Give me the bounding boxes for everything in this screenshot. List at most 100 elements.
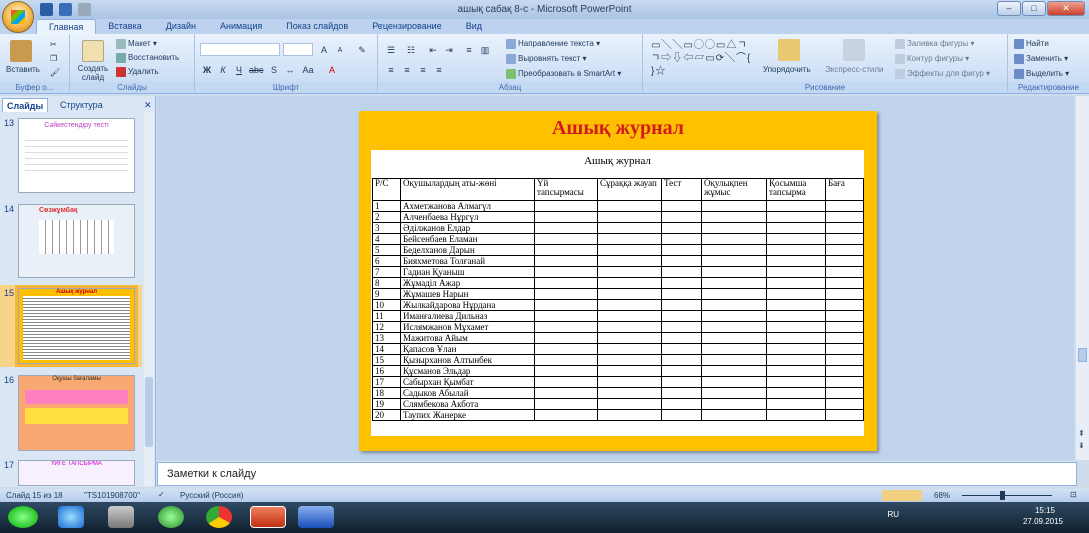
grade-cell[interactable] (661, 365, 702, 377)
grade-cell[interactable] (534, 354, 598, 366)
grade-cell[interactable] (661, 222, 702, 234)
grade-cell[interactable] (597, 222, 662, 234)
grade-cell[interactable] (661, 332, 702, 344)
language-indicator[interactable]: Русский (Россия) (180, 491, 243, 500)
app-icon[interactable] (108, 506, 134, 528)
internet-explorer-icon[interactable] (58, 506, 84, 528)
grade-cell[interactable] (701, 266, 767, 278)
grade-cell[interactable] (766, 409, 826, 421)
grade-cell[interactable] (701, 343, 767, 355)
grade-cell[interactable] (661, 354, 702, 366)
clock-date[interactable]: 27.09.2015 (1023, 517, 1063, 526)
grade-cell[interactable] (701, 288, 767, 300)
slide-title[interactable]: Ашық журнал (359, 117, 877, 140)
delete-slide-button[interactable]: Удалить (116, 67, 159, 77)
grade-cell[interactable] (701, 244, 767, 256)
grade-cell[interactable] (825, 277, 864, 289)
grade-cell[interactable] (534, 409, 598, 421)
grade-cell[interactable] (534, 376, 598, 388)
grade-cell[interactable] (534, 244, 598, 256)
grade-cell[interactable] (825, 255, 864, 267)
prev-slide-icon[interactable]: ⇞ (1078, 429, 1085, 438)
line-spacing-icon[interactable]: ≡ (462, 43, 476, 56)
zoom-level[interactable]: 68% (934, 491, 950, 500)
grade-cell[interactable] (701, 277, 767, 289)
select-button[interactable]: Выделить ▾ (1014, 69, 1069, 79)
bold-icon[interactable]: Ж (200, 63, 214, 76)
columns-icon[interactable]: ▥ (478, 43, 492, 56)
grade-cell[interactable] (534, 398, 598, 410)
grade-cell[interactable] (534, 288, 598, 300)
numbering-icon[interactable]: ☷ (404, 43, 418, 56)
grade-cell[interactable] (701, 211, 767, 223)
grade-cell[interactable] (766, 277, 826, 289)
grade-cell[interactable] (597, 266, 662, 278)
grade-cell[interactable] (534, 387, 598, 399)
grade-cell[interactable] (766, 222, 826, 234)
grade-cell[interactable] (701, 332, 767, 344)
format-painter-icon[interactable]: 🖌 (50, 68, 60, 77)
grade-cell[interactable] (825, 222, 864, 234)
grade-cell[interactable] (766, 398, 826, 410)
grade-cell[interactable] (825, 266, 864, 278)
bullets-icon[interactable]: ☰ (384, 43, 398, 56)
grade-cell[interactable] (534, 332, 598, 344)
grade-cell[interactable] (825, 310, 864, 322)
grade-cell[interactable] (701, 321, 767, 333)
grade-cell[interactable] (825, 211, 864, 223)
shape-fill-button[interactable]: Заливка фигуры ▾ (895, 39, 974, 49)
grade-cell[interactable] (825, 244, 864, 256)
grade-cell[interactable] (701, 200, 767, 212)
grade-cell[interactable] (597, 398, 662, 410)
media-player-icon[interactable] (158, 506, 184, 528)
clock-time[interactable]: 15:15 (1035, 506, 1055, 515)
grade-cell[interactable] (534, 222, 598, 234)
align-left-icon[interactable]: ≡ (384, 63, 398, 76)
grade-cell[interactable] (766, 321, 826, 333)
grade-cell[interactable] (701, 387, 767, 399)
slide[interactable]: Ашық журнал Ашық журнал Р/С Оқушылардың а… (359, 111, 877, 451)
grade-cell[interactable] (701, 310, 767, 322)
paste-button[interactable]: Вставить (6, 65, 40, 74)
grade-cell[interactable] (825, 387, 864, 399)
reset-button[interactable]: Восстановить (116, 53, 179, 63)
redo-icon[interactable] (78, 3, 91, 16)
notes-pane[interactable]: Заметки к слайду (157, 462, 1077, 486)
decrease-indent-icon[interactable]: ⇤ (426, 43, 440, 56)
grade-cell[interactable] (661, 310, 702, 322)
shape-outline-button[interactable]: Контур фигуры ▾ (895, 54, 969, 64)
tab-view[interactable]: Вид (454, 19, 494, 34)
grade-cell[interactable] (825, 332, 864, 344)
grade-cell[interactable] (597, 310, 662, 322)
grade-cell[interactable] (766, 332, 826, 344)
grade-cell[interactable] (661, 211, 702, 223)
grade-cell[interactable] (661, 255, 702, 267)
grade-cell[interactable] (701, 222, 767, 234)
font-family-combo[interactable] (200, 43, 280, 56)
grade-cell[interactable] (534, 266, 598, 278)
grade-cell[interactable] (597, 244, 662, 256)
grade-cell[interactable] (661, 233, 702, 245)
grade-cell[interactable] (825, 200, 864, 212)
grade-cell[interactable] (597, 365, 662, 377)
grade-cell[interactable] (661, 343, 702, 355)
grow-font-icon[interactable]: A (317, 43, 331, 56)
tab-outline[interactable]: Структура (56, 98, 107, 112)
editor-scrollbar[interactable]: ⇞ ⇟ (1076, 96, 1089, 460)
grade-cell[interactable] (597, 233, 662, 245)
grade-cell[interactable] (661, 321, 702, 333)
grade-cell[interactable] (825, 376, 864, 388)
slides-pane-scrollbar[interactable] (144, 112, 154, 486)
grade-cell[interactable] (825, 321, 864, 333)
fit-to-window-icon[interactable]: ⊡ (1070, 490, 1077, 499)
grade-cell[interactable] (825, 354, 864, 366)
grade-cell[interactable] (766, 310, 826, 322)
grade-cell[interactable] (766, 233, 826, 245)
close-pane-icon[interactable]: ✕ (140, 98, 156, 112)
tab-slides[interactable]: Слайды (2, 98, 49, 112)
grade-cell[interactable] (701, 255, 767, 267)
grade-cell[interactable] (661, 409, 702, 421)
grade-cell[interactable] (597, 354, 662, 366)
journal-table-box[interactable]: Ашық журнал Р/С Оқушылардың аты-жөні Үй та… (371, 150, 864, 436)
shadow-icon[interactable]: S (267, 63, 281, 76)
